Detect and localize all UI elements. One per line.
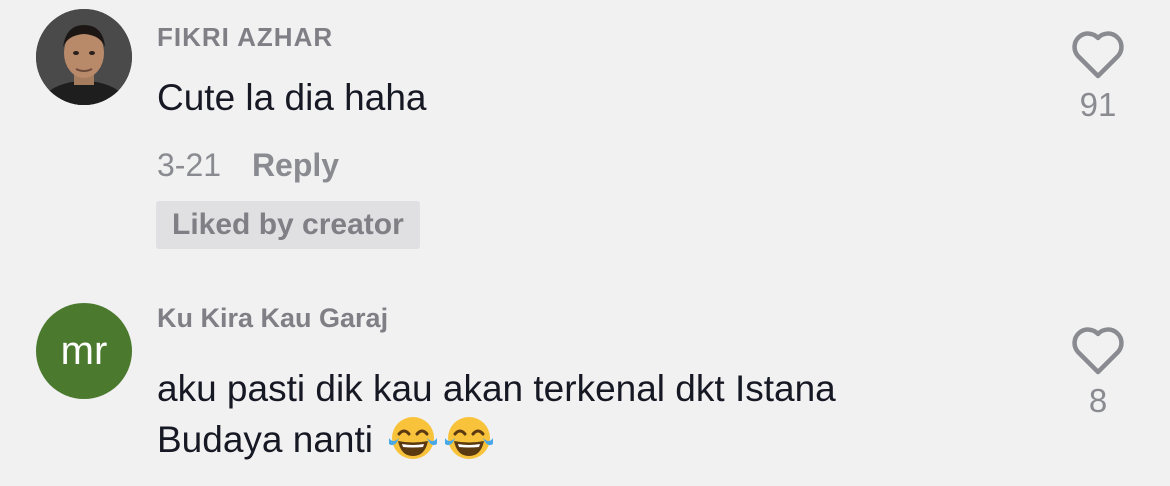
like-count: 8 <box>1088 382 1108 419</box>
comment-meta: 3-21 Reply <box>157 147 339 184</box>
avatar-initials: mr <box>60 328 108 373</box>
comment-date: 3-21 <box>157 147 222 183</box>
like-count: 91 <box>1079 86 1117 123</box>
avatar[interactable]: mr <box>36 303 132 399</box>
like-button[interactable]: 91 <box>1058 30 1138 124</box>
face-with-tears-of-joy-icon <box>443 414 495 475</box>
reply-button[interactable]: Reply <box>252 147 339 183</box>
comment-text: Cute la dia haha <box>157 77 427 118</box>
comment-username[interactable]: FIKRI AZHAR <box>157 22 333 53</box>
comment-text-part: Budaya nanti <box>157 419 374 460</box>
heart-icon <box>1072 31 1124 79</box>
comment-text-line: aku pasti dik kau akan terkenal dkt Ista… <box>157 368 836 409</box>
avatar[interactable] <box>36 9 132 105</box>
like-button[interactable]: 8 <box>1058 326 1138 420</box>
comment-item: mr Ku Kira Kau Garaj aku pasti dik kau a… <box>0 290 1170 486</box>
heart-icon <box>1072 327 1124 375</box>
comment-username[interactable]: Ku Kira Kau Garaj <box>157 303 388 334</box>
comment-text: aku pasti dik kau akan terkenal dkt Ista… <box>157 364 1037 475</box>
comment-item: FIKRI AZHAR Cute la dia haha 3-21 Reply … <box>0 0 1170 270</box>
comment-text-line: Budaya nanti <box>157 414 1037 475</box>
liked-by-creator-badge: Liked by creator <box>156 201 420 249</box>
face-with-tears-of-joy-icon <box>387 414 439 475</box>
